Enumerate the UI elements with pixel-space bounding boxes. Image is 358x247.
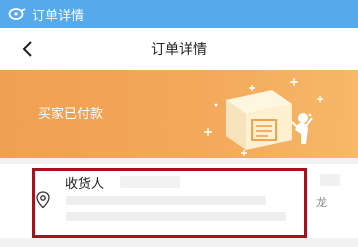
shipping-address-card[interactable]: 收货人 龙: [0, 164, 358, 238]
redacted-phone: [320, 174, 340, 186]
recipient-label: 收货人: [65, 177, 105, 192]
app-title-bar: 订单详情: [0, 0, 358, 28]
order-status-text: 买家已付款: [38, 107, 104, 122]
redacted-name: [120, 176, 180, 188]
app-title: 订单详情: [32, 8, 85, 24]
order-status-banner: 买家已付款: [0, 70, 358, 158]
section-divider: [0, 238, 358, 247]
chevron-left-icon[interactable]: [16, 36, 38, 62]
redacted-address-line: [66, 212, 286, 221]
location-pin-icon: [35, 191, 51, 209]
app-logo-icon: [8, 5, 26, 23]
address-tail-text: 龙: [316, 196, 327, 209]
page-title: 订单详情: [151, 42, 207, 58]
redacted-address-line: [66, 196, 266, 205]
package-illustration: [204, 78, 323, 156]
navigation-bar: 订单详情: [0, 28, 358, 70]
